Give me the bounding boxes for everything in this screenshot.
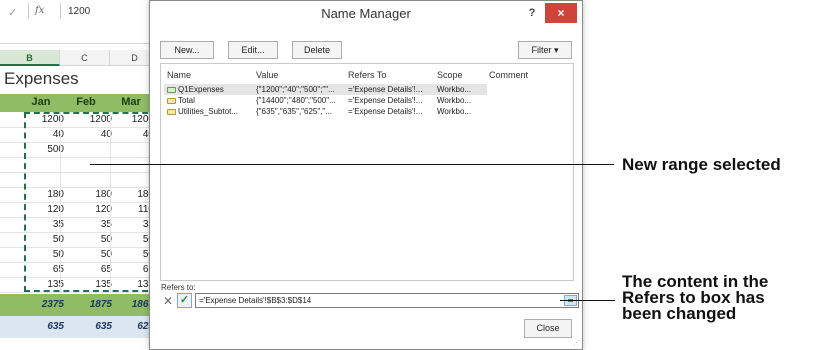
- month-mar[interactable]: Mar: [108, 96, 154, 108]
- col-header-scope[interactable]: Scope: [437, 70, 463, 80]
- delete-button[interactable]: Delete: [292, 41, 342, 59]
- selection-marquee: [24, 112, 158, 292]
- insert-function-icon[interactable]: fx: [35, 5, 44, 16]
- col-header-name[interactable]: Name: [167, 70, 191, 80]
- refers-to-value: ='Expense Details'!$B$3:$D$14: [199, 296, 312, 305]
- callout-line-range: [90, 164, 614, 165]
- table-name-icon: [167, 86, 176, 93]
- range-name-icon: [167, 108, 176, 115]
- subtotal-jan[interactable]: 635: [28, 319, 64, 335]
- close-button[interactable]: Close: [524, 319, 572, 338]
- formula-bar: ✓ fx 1200: [0, 0, 159, 44]
- names-list[interactable]: Name Value Refers To Scope Comment Q1Exp…: [160, 63, 574, 281]
- callout-line-refers: [560, 300, 615, 301]
- close-window-button[interactable]: ×: [545, 3, 577, 23]
- month-feb[interactable]: Feb: [63, 96, 109, 108]
- column-header-c[interactable]: C: [60, 50, 110, 66]
- resize-grip-icon[interactable]: ⋰: [573, 339, 580, 347]
- name-manager-dialog: Name Manager ? × New... Edit... Delete F…: [149, 0, 583, 350]
- range-name-icon: [167, 97, 176, 104]
- cancel-edit-icon[interactable]: ✕: [161, 294, 175, 308]
- col-header-comment[interactable]: Comment: [489, 70, 528, 80]
- column-header-b[interactable]: B: [0, 50, 60, 66]
- dialog-title: Name Manager: [321, 6, 411, 21]
- col-header-value[interactable]: Value: [256, 70, 278, 80]
- help-button[interactable]: ?: [522, 3, 542, 23]
- chevron-down-icon: ▾: [553, 45, 559, 55]
- filter-label: Filter: [531, 45, 552, 55]
- edit-button[interactable]: Edit...: [228, 41, 278, 59]
- callout-new-range: New range selected: [622, 155, 781, 174]
- new-button[interactable]: New...: [160, 41, 214, 59]
- confirm-edit-icon[interactable]: ✓: [177, 293, 192, 308]
- col-header-refers-to[interactable]: Refers To: [348, 70, 386, 80]
- total-jan[interactable]: 2375: [28, 297, 64, 313]
- refers-to-input[interactable]: ='Expense Details'!$B$3:$D$14: [195, 293, 579, 308]
- subtotals-row: 635 635 625: [0, 316, 159, 338]
- list-item[interactable]: Q1Expenses {"1200";"40";"500";""... ='Ex…: [164, 84, 487, 95]
- list-item[interactable]: Total {"14400";"480";"500"... ='Expense …: [164, 95, 487, 106]
- callout-refers-changed: The content in the Refers to box has bee…: [622, 272, 769, 323]
- sheet-title-cell[interactable]: Expenses: [4, 69, 79, 89]
- refers-to-label: Refers to:: [161, 283, 196, 292]
- month-header-row: Jan Feb Mar: [0, 94, 159, 112]
- totals-row: 2375 1875 1865: [0, 294, 159, 316]
- list-item[interactable]: Utilities_Subtot... {"635","635","625","…: [164, 106, 487, 117]
- spreadsheet-background: ✓ fx 1200 B C D Expenses Jan Feb Mar 120…: [0, 0, 160, 350]
- formula-input[interactable]: 1200: [68, 6, 90, 17]
- subtotal-feb[interactable]: 635: [76, 319, 112, 335]
- filter-button[interactable]: Filter ▾: [518, 41, 572, 59]
- enter-check-icon[interactable]: ✓: [8, 6, 17, 19]
- total-feb[interactable]: 1875: [76, 297, 112, 313]
- month-jan[interactable]: Jan: [18, 96, 64, 108]
